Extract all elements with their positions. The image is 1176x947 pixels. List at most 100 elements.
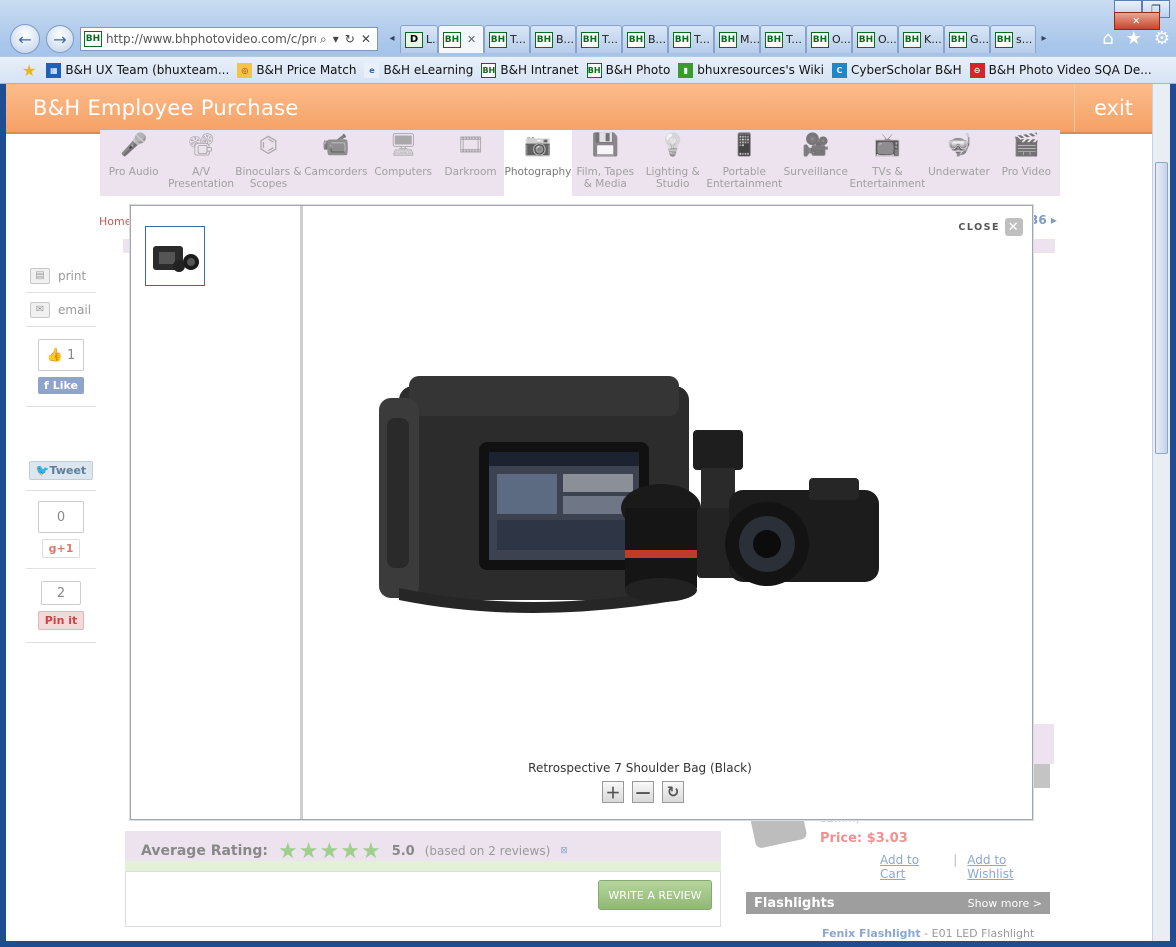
browser-tab[interactable]: BH G... <box>944 25 990 53</box>
favorite-label: B&H Photo Video SQA De... <box>988 63 1152 77</box>
stop-icon[interactable]: ✕ <box>361 32 371 47</box>
home-icon[interactable]: ⌂ <box>1102 28 1113 49</box>
favorites-star-icon[interactable]: ★ <box>1126 28 1142 49</box>
category-lighting-studio[interactable]: 💡 Lighting & Studio <box>639 130 706 196</box>
browser-tab[interactable]: BH T... <box>760 25 806 53</box>
breadcrumb-home[interactable]: Home <box>99 215 131 228</box>
browser-tab[interactable]: BH K... <box>898 25 944 53</box>
favorite-link[interactable]: ⊖ B&H Photo Video SQA De... <box>969 62 1152 78</box>
rating-label: Average Rating: <box>141 843 269 859</box>
google-plus-share: 0 g+1 <box>26 491 96 569</box>
search-icon[interactable]: ⌕ <box>320 32 327 47</box>
favorite-link[interactable]: ▦ B&H UX Team (bhuxteam... <box>46 62 229 78</box>
category-darkroom[interactable]: 🎞 Darkroom <box>437 130 504 196</box>
write-review-button[interactable]: WRITE A REVIEW <box>598 880 712 910</box>
category-photography[interactable]: 📷 Photography <box>504 130 572 196</box>
page-scrollbar[interactable] <box>1152 84 1170 941</box>
favorite-link[interactable]: ◎ B&H Price Match <box>237 62 356 78</box>
forward-button[interactable]: → <box>46 25 74 53</box>
tab-favicon: BH <box>995 31 1013 48</box>
browser-tab[interactable]: BH T... <box>576 25 622 53</box>
browser-tab[interactable]: BH T... <box>484 25 530 53</box>
rating-value: 5.0 <box>391 843 415 859</box>
tab-close-icon[interactable]: ✕ <box>467 33 476 46</box>
show-more-link[interactable]: Show more > <box>968 897 1042 910</box>
category-label: Portable Entertainment <box>706 166 783 190</box>
browser-tab[interactable]: BH B... <box>530 25 576 53</box>
category-underwater[interactable]: 🤿 Underwater <box>925 130 992 196</box>
image-caption: Retrospective 7 Shoulder Bag (Black) <box>528 761 752 775</box>
category-pro-audio[interactable]: 🎤 Pro Audio <box>100 130 167 196</box>
favorite-link[interactable]: BH B&H Intranet <box>481 62 579 78</box>
tab-label: K... <box>924 33 942 46</box>
tab-scroll-right[interactable]: ▸ <box>1036 25 1052 51</box>
browser-tab[interactable]: BH M... <box>714 25 760 53</box>
favorite-link[interactable]: C CyberScholar B&H <box>831 62 962 78</box>
add-to-wishlist-link[interactable]: Add to Wishlist <box>967 853 1050 881</box>
favorite-link[interactable]: BH B&H Photo <box>586 62 670 78</box>
reset-zoom-button[interactable]: ↻ <box>662 781 684 803</box>
pager[interactable]: 36 ▸ <box>1030 213 1057 227</box>
add-favorite-star-icon[interactable]: ★ <box>22 61 36 80</box>
settings-gear-icon[interactable]: ⚙ <box>1154 28 1170 49</box>
exit-button[interactable]: exit <box>1074 84 1152 132</box>
favorite-link[interactable]: e B&H eLearning <box>364 62 474 78</box>
category-label: Lighting & Studio <box>645 166 700 190</box>
favorite-icon: BH <box>586 62 602 78</box>
address-url: http://www.bhphotovideo.com/c/pro <box>106 32 316 46</box>
favorite-icon: ◎ <box>237 62 253 78</box>
close-button[interactable]: CLOSE ✕ <box>958 218 1023 236</box>
browser-tab[interactable]: BH ✕ <box>438 25 484 53</box>
add-to-cart-link[interactable]: Add to Cart <box>880 853 943 881</box>
dropdown-icon[interactable]: ▾ <box>333 32 339 47</box>
category-label: Underwater <box>928 166 990 178</box>
browser-tab[interactable]: DL... <box>400 25 438 53</box>
refresh-icon[interactable]: ↻ <box>345 32 355 47</box>
tweet-button[interactable]: 🐦Tweet <box>28 461 94 480</box>
favorites-bar: ★ ▦ B&H UX Team (bhuxteam... ◎ B&H Price Ma… <box>0 56 1176 84</box>
facebook-like-button[interactable]: f Like <box>38 377 84 394</box>
zoom-in-button[interactable]: ＋ <box>602 781 624 803</box>
browser-tab[interactable]: BH s... <box>990 25 1036 53</box>
category-pro-video[interactable]: 🎬 Pro Video <box>993 130 1060 196</box>
email-link[interactable]: ✉ email <box>26 293 96 327</box>
tab-favicon: BH <box>857 31 875 48</box>
category-film-tapes-media[interactable]: 💾 Film, Tapes & Media <box>572 130 639 196</box>
category-camcorders[interactable]: 📹 Camcorders <box>302 130 369 196</box>
category-binoculars-scopes[interactable]: ⌬ Binoculars & Scopes <box>235 130 302 196</box>
category-tvs-entertainment[interactable]: 📺 TVs & Entertainment <box>850 130 926 196</box>
address-bar[interactable]: BH http://www.bhphotovideo.com/c/pro ⌕ ▾… <box>80 27 378 51</box>
favorite-link[interactable]: ▮ bhuxresources's Wiki <box>678 62 824 78</box>
scrollbar-thumb[interactable] <box>1155 162 1168 454</box>
browser-tab[interactable]: BH B... <box>622 25 668 53</box>
tab-label: M... <box>740 33 760 46</box>
category-label: Computers <box>374 166 433 178</box>
category-portable-entertainment[interactable]: 📱 Portable Entertainment <box>706 130 782 196</box>
flashlights-header: Flashlights Show more > <box>746 892 1050 914</box>
browser-tab[interactable]: BH O... <box>852 25 898 53</box>
image-viewer-modal: CLOSE ✕ Retrospective 7 Shoulder Bag (Bl… <box>130 205 1033 820</box>
flashlight-item-link[interactable]: Fenix Flashlight <box>822 927 921 940</box>
category-computers[interactable]: 🖥 Computers <box>370 130 437 196</box>
category-a-v-presentation[interactable]: 📽 A/V Presentation <box>167 130 234 196</box>
favorite-label: B&H eLearning <box>383 63 474 77</box>
tab-favicon: BH <box>535 31 553 48</box>
flashlights-title: Flashlights <box>754 895 835 911</box>
category-surveillance[interactable]: 🎥 Surveillance <box>782 130 849 196</box>
tab-scroll-left[interactable]: ◂ <box>384 25 400 51</box>
back-button[interactable]: ← <box>10 24 40 54</box>
gplus-button[interactable]: g+1 <box>41 539 81 558</box>
print-link[interactable]: ▤ print <box>26 259 96 293</box>
tab-label: s... <box>1016 33 1033 46</box>
info-icon[interactable]: ⊠ <box>560 846 568 856</box>
zoom-out-button[interactable]: — <box>632 781 654 803</box>
product-image[interactable] <box>379 358 889 628</box>
browser-tab[interactable]: BH O... <box>806 25 852 53</box>
tab-strip: ◂ DL...BH✕BHT...BHB...BHT...BHB...BHT...… <box>384 25 1052 53</box>
browser-chrome: ▁ ❐ ✕ ← → BH http://www.bhphotovideo.com… <box>0 0 1176 84</box>
share-panel: ▤ print ✉ email 👍 1 f Like 🐦Tweet 0 g+1 … <box>26 259 96 643</box>
browser-tab[interactable]: BH T... <box>668 25 714 53</box>
thumbnail-item[interactable] <box>145 226 205 286</box>
pin-it-button[interactable]: Pin it <box>37 611 85 630</box>
tab-label: B... <box>556 33 575 46</box>
